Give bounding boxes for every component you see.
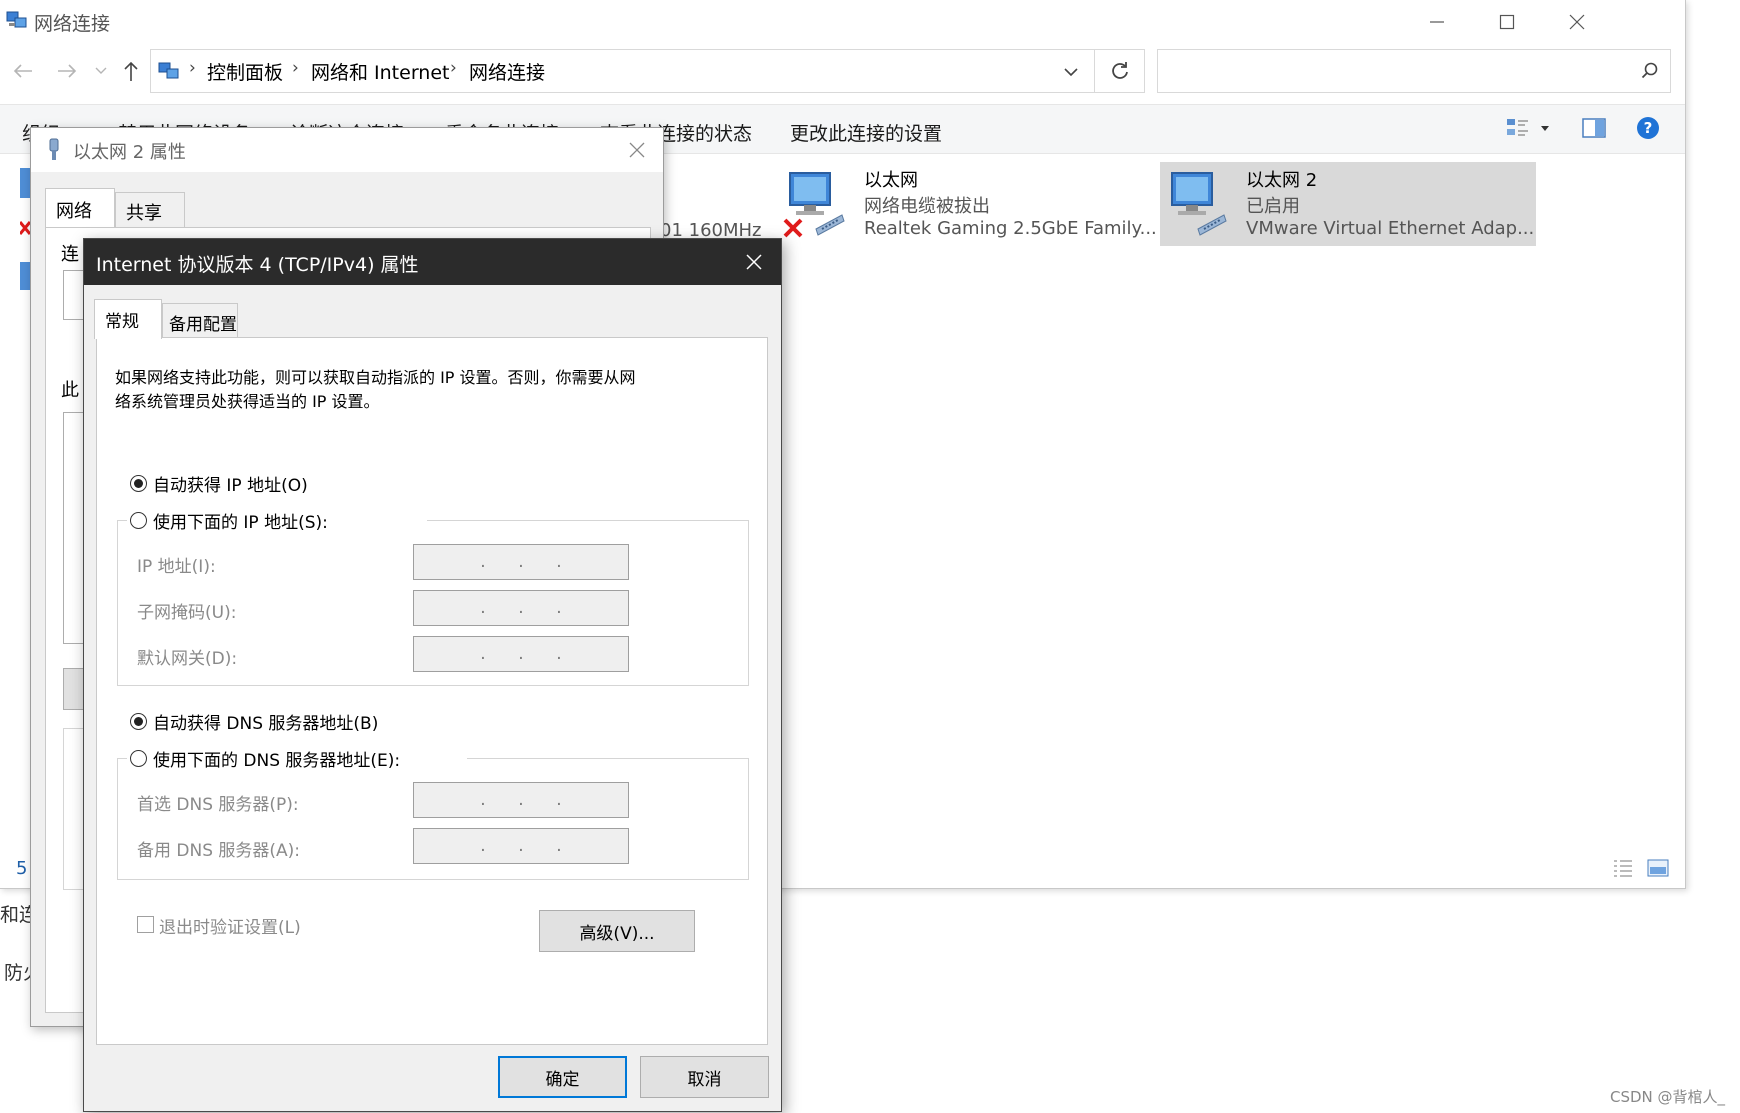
adapter-name: 以太网 2 (1246, 170, 1318, 191)
description-line-1: 如果网络支持此功能，则可以获取自动指派的 IP 设置。否则，你需要从网 (115, 368, 636, 387)
manual-ip-radio[interactable] (130, 512, 147, 529)
adapter-status: 网络电缆被拔出 (864, 196, 990, 217)
error-x-icon (20, 220, 30, 236)
tab-network[interactable]: 网络 (45, 188, 115, 228)
large-icons-view-icon[interactable] (1647, 858, 1669, 878)
adapter-ethernet-2[interactable]: 以太网 2 已启用 VMware Virtual Ethernet Adap..… (1160, 162, 1536, 246)
refresh-button[interactable] (1095, 49, 1145, 93)
control-panel-icon (158, 61, 180, 81)
advanced-button[interactable]: 高级(V)... (539, 910, 695, 952)
alternate-dns-field[interactable]: ... (413, 828, 629, 864)
tab-alternate-config[interactable]: 备用配置 (162, 303, 238, 338)
adapter-device: VMware Virtual Ethernet Adap... (1246, 218, 1535, 239)
manual-dns-label[interactable]: 使用下面的 DNS 服务器地址(E): (153, 746, 400, 771)
subnet-mask-label: 子网掩码(U): (137, 603, 237, 623)
partial-list (63, 412, 85, 644)
auto-dns-radio[interactable] (130, 713, 147, 730)
maximize-button[interactable] (1472, 0, 1542, 44)
breadcrumb-separator: › (450, 58, 457, 78)
alternate-dns-label: 备用 DNS 服务器(A): (137, 841, 301, 861)
close-icon[interactable] (629, 142, 645, 158)
preview-pane-icon[interactable] (1582, 118, 1606, 138)
network-plug-icon (47, 138, 61, 162)
preferred-dns-field[interactable]: ... (413, 782, 629, 818)
watermark: CSDN @背棺人_ (1610, 1088, 1726, 1106)
general-tab-panel: 如果网络支持此功能，则可以获取自动指派的 IP 设置。否则，你需要从网 络系统管… (96, 337, 768, 1045)
close-button[interactable] (734, 247, 774, 277)
cancel-button[interactable]: 取消 (640, 1056, 769, 1098)
window-title: 网络连接 (34, 13, 111, 35)
adapter-ethernet[interactable]: 以太网 网络电缆被拔出 Realtek Gaming 2.5GbE Family… (782, 162, 1157, 246)
tab-sharing[interactable]: 共享 (115, 192, 185, 228)
close-button[interactable] (1542, 0, 1612, 44)
refresh-icon (1111, 62, 1128, 79)
partial-label: 连 (61, 244, 79, 265)
minimize-button[interactable] (1402, 0, 1472, 44)
breadcrumb-network-internet[interactable]: 网络和 Internet (311, 58, 449, 85)
tcp-ipv4-properties-dialog: Internet 协议版本 4 (TCP/IPv4) 属性 常规 备用配置 如果… (83, 238, 782, 1112)
partial-group (63, 728, 85, 890)
subnet-mask-field[interactable]: ... (413, 590, 629, 626)
network-adapter-icon (1164, 167, 1228, 241)
ip-address-label: IP 地址(I): (137, 557, 216, 577)
search-icon[interactable] (1641, 62, 1659, 80)
view-options-icon[interactable] (1506, 117, 1530, 139)
ok-button[interactable]: 确定 (498, 1056, 627, 1098)
breadcrumb-separator: › (189, 58, 196, 78)
breadcrumb-separator: › (292, 58, 299, 78)
search-input[interactable] (1157, 49, 1671, 93)
help-icon[interactable]: ? (1636, 116, 1660, 140)
item-count: 5 (16, 858, 28, 879)
default-gateway-field[interactable]: ... (413, 636, 629, 672)
address-dropdown-chevron-icon[interactable] (1063, 66, 1079, 78)
adapter-name: 以太网 (864, 170, 918, 191)
description-line-2: 络系统管理员处获得适当的 IP 设置。 (115, 392, 380, 411)
recent-chevron-down-icon[interactable] (95, 66, 107, 76)
tab-general[interactable]: 常规 (94, 299, 162, 339)
partial-button (63, 668, 85, 710)
ip-address-field[interactable]: ... (413, 544, 629, 580)
adapter-icon-partial (20, 168, 30, 198)
dialog-title: 以太网 2 属性 (73, 142, 186, 163)
breadcrumb-network-connections[interactable]: 网络连接 (469, 58, 545, 85)
default-gateway-label: 默认网关(D): (137, 649, 238, 669)
back-arrow-icon[interactable] (12, 62, 34, 80)
breadcrumb-control-panel[interactable]: 控制面板 (207, 58, 283, 85)
manual-dns-radio[interactable] (130, 750, 147, 767)
disconnected-x-icon (782, 217, 804, 239)
auto-dns-label[interactable]: 自动获得 DNS 服务器地址(B) (153, 709, 378, 734)
forward-arrow-icon[interactable] (56, 62, 78, 80)
svg-text:?: ? (1644, 119, 1653, 137)
up-arrow-icon[interactable] (122, 60, 140, 82)
adapter-status: 已启用 (1246, 196, 1300, 217)
partial-field (63, 270, 85, 320)
close-icon (746, 254, 762, 270)
cmd-change-settings[interactable]: 更改此连接的设置 (790, 119, 942, 146)
validate-on-exit-checkbox[interactable] (137, 916, 154, 933)
adapter-icon-partial (20, 262, 30, 290)
validate-on-exit-label[interactable]: 退出时验证设置(L) (159, 913, 301, 938)
manual-ip-label[interactable]: 使用下面的 IP 地址(S): (153, 508, 328, 533)
network-connections-icon (6, 10, 28, 30)
partial-label: 此 (61, 380, 79, 401)
dialog-title: Internet 协议版本 4 (TCP/IPv4) 属性 (96, 254, 419, 276)
details-view-icon[interactable] (1612, 858, 1634, 878)
auto-ip-radio[interactable] (130, 475, 147, 492)
auto-ip-label[interactable]: 自动获得 IP 地址(O) (153, 471, 308, 496)
view-dropdown-icon[interactable] (1540, 125, 1550, 133)
adapter-device: Realtek Gaming 2.5GbE Family... (864, 218, 1157, 239)
preferred-dns-label: 首选 DNS 服务器(P): (137, 795, 299, 815)
